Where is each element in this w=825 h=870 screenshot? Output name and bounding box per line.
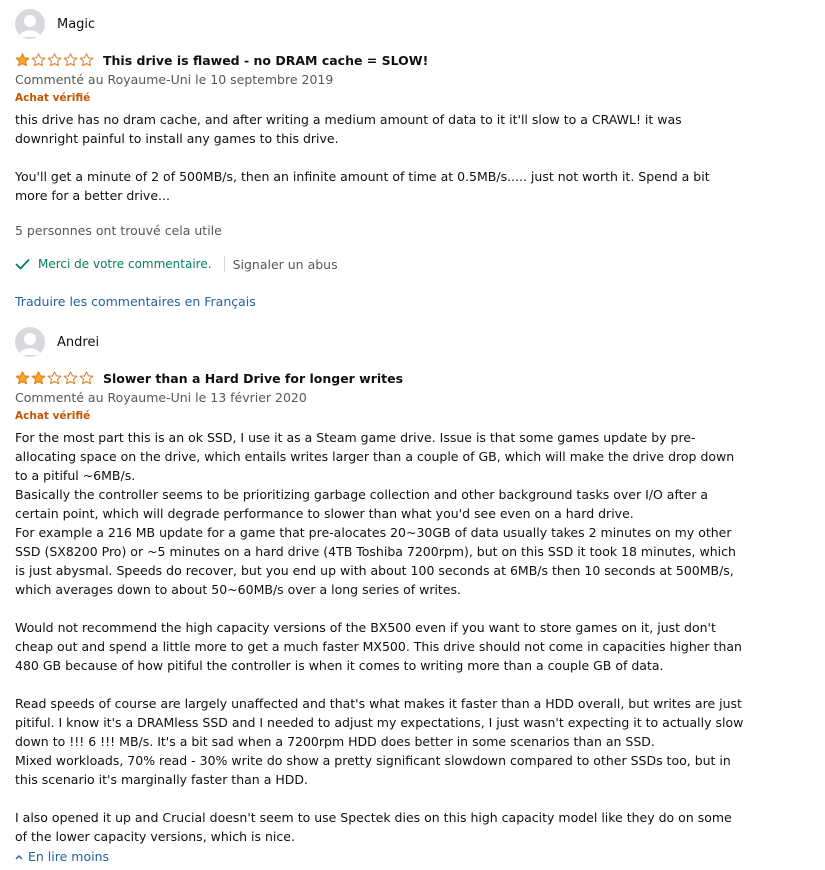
star-rating[interactable] bbox=[15, 53, 94, 67]
star-rating[interactable] bbox=[15, 371, 94, 385]
review-text: For the most part this is an ok SSD, I u… bbox=[15, 430, 744, 844]
read-less-label[interactable]: En lire moins bbox=[28, 849, 109, 864]
divider bbox=[223, 256, 225, 272]
star-empty-icon bbox=[79, 53, 94, 67]
verified-purchase-badge[interactable]: Achat vérifié bbox=[15, 92, 805, 104]
review-date: Commenté au Royaume-Uni le 10 septembre … bbox=[15, 72, 334, 87]
review-body: this drive has no dram cache, and after … bbox=[15, 110, 805, 205]
reviewer-name[interactable]: Andrei bbox=[57, 335, 99, 350]
review-actions: Merci de votre commentaire. Signaler un … bbox=[15, 256, 805, 272]
avatar[interactable] bbox=[15, 9, 45, 39]
star-empty-icon bbox=[31, 53, 46, 67]
review-title[interactable]: Slower than a Hard Drive for longer writ… bbox=[103, 371, 403, 386]
review-date: Commenté au Royaume-Uni le 13 février 20… bbox=[15, 390, 307, 405]
reviewer-profile[interactable]: Andrei bbox=[15, 327, 805, 357]
review-title[interactable]: This drive is flawed - no DRAM cache = S… bbox=[103, 53, 428, 68]
default-avatar-icon bbox=[19, 15, 41, 37]
review-body: For the most part this is an ok SSD, I u… bbox=[15, 428, 805, 846]
review-2: Andrei Slower than a Hard Drive for long… bbox=[15, 327, 805, 846]
star-empty-icon bbox=[47, 371, 62, 385]
thanks-message: Merci de votre commentaire. bbox=[15, 257, 212, 271]
reviewer-name[interactable]: Magic bbox=[57, 17, 95, 32]
translate-reviews-link[interactable]: Traduire les commentaires en Français bbox=[15, 294, 805, 309]
star-filled-icon bbox=[15, 53, 30, 67]
helpful-count: 5 personnes ont trouvé cela utile bbox=[15, 223, 222, 238]
star-filled-icon bbox=[31, 371, 46, 385]
thanks-label: Merci de votre commentaire. bbox=[38, 257, 212, 271]
read-less-link[interactable]: En lire moins bbox=[15, 849, 109, 864]
report-abuse-link[interactable]: Signaler un abus bbox=[233, 257, 338, 272]
star-empty-icon bbox=[63, 371, 78, 385]
checkmark-icon bbox=[15, 258, 30, 270]
default-avatar-icon bbox=[19, 333, 41, 355]
verified-purchase-badge[interactable]: Achat vérifié bbox=[15, 410, 805, 422]
star-filled-icon bbox=[15, 371, 30, 385]
reviewer-profile[interactable]: Magic bbox=[15, 9, 805, 39]
review-1: Magic This drive is flawed - no DRAM cac… bbox=[15, 9, 805, 309]
star-empty-icon bbox=[47, 53, 62, 67]
avatar[interactable] bbox=[15, 327, 45, 357]
star-empty-icon bbox=[63, 53, 78, 67]
chevron-up-icon bbox=[15, 854, 23, 859]
review-text: this drive has no dram cache, and after … bbox=[15, 112, 710, 203]
star-empty-icon bbox=[79, 371, 94, 385]
